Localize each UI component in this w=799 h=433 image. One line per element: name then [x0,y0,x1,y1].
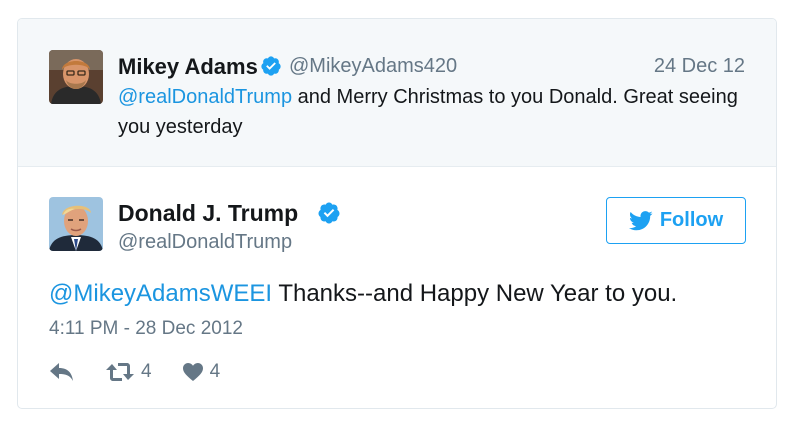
tweet-embed-card: Mikey Adams @MikeyAdams420 24 Dec 12 @re… [17,18,777,409]
tweet-timestamp[interactable]: 4:11 PM - 28 Dec 2012 [49,318,243,340]
avatar-photo-icon [49,50,103,104]
parent-tweet[interactable]: Mikey Adams @MikeyAdams420 24 Dec 12 @re… [18,19,776,167]
parent-author-handle[interactable]: @MikeyAdams420 [289,55,457,78]
retweet-count: 4 [141,361,152,382]
follow-button-label: Follow [659,209,724,231]
verified-badge-icon [317,201,341,225]
mention-link[interactable]: @realDonaldTrump [118,86,292,108]
tweet-body: Thanks--and Happy New Year to you. [272,280,678,307]
twitter-bird-icon [628,210,653,230]
author-handle[interactable]: @realDonaldTrump [118,231,292,254]
parent-tweet-text: @realDonaldTrump and Merry Christmas to … [118,82,738,142]
mention-link[interactable]: @MikeyAdamsWEEI [49,280,272,307]
author-name[interactable]: Donald J. Trump [118,200,298,227]
reply-arrow-icon [50,363,73,381]
author-avatar[interactable] [49,197,103,251]
reply-button[interactable] [49,361,75,383]
tweet-text: @MikeyAdamsWEEI Thanks--and Happy New Ye… [49,279,677,309]
follow-button[interactable]: Follow [606,197,746,244]
parent-tweet-date[interactable]: 24 Dec 12 [654,55,745,78]
avatar-photo-icon [49,197,103,251]
tweet-actions: 4 4 [49,359,220,385]
like-count: 4 [209,361,221,382]
parent-author-name[interactable]: Mikey Adams [118,54,258,80]
retweet-icon [106,363,134,381]
heart-icon [182,363,203,381]
parent-author-avatar[interactable] [49,50,103,104]
like-button[interactable]: 4 [182,361,221,383]
retweet-button[interactable]: 4 [105,361,152,383]
verified-badge-icon [260,55,282,77]
